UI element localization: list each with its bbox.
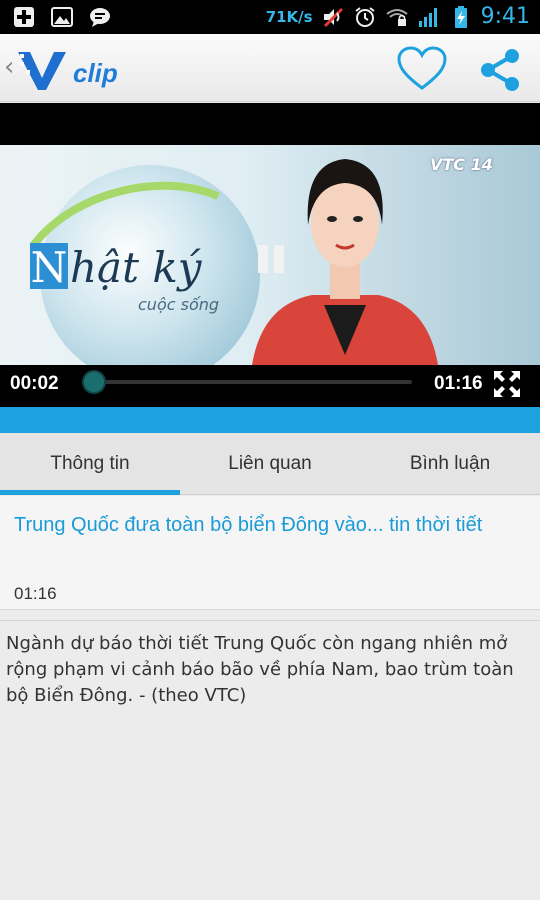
battery-charging-icon — [454, 5, 467, 28]
add-box-icon — [14, 7, 34, 27]
mute-icon — [323, 7, 343, 27]
pause-icon[interactable] — [256, 245, 286, 275]
alarm-icon — [354, 6, 375, 27]
video-controls: 00:02 01:16 — [0, 365, 540, 405]
total-duration: 01:16 — [434, 373, 483, 394]
logo-text: clip — [73, 58, 118, 88]
video-title: Trung Quốc đưa toàn bộ biển Đông vào... … — [14, 514, 483, 536]
show-title: Nhật ký — [30, 243, 202, 292]
signal-icon — [418, 7, 437, 27]
tab-comments[interactable]: Bình luận — [360, 433, 540, 494]
app-bar: ‹ clip — [0, 34, 540, 102]
app-logo[interactable]: clip — [16, 44, 118, 94]
video-frame[interactable]: Nhật ký cuộc sống VTC 14 — [0, 145, 540, 365]
clock: 9:41 — [480, 4, 530, 29]
share-icon[interactable] — [476, 46, 524, 94]
description-area: Ngành dự báo thời tiết Trung Quốc còn ng… — [0, 620, 540, 900]
accent-strip — [0, 407, 540, 433]
fullscreen-icon[interactable] — [492, 369, 522, 399]
tab-info[interactable]: Thông tin — [0, 433, 180, 495]
current-time: 00:02 — [10, 373, 59, 394]
image-icon — [51, 7, 73, 27]
video-duration: 01:16 — [14, 584, 57, 603]
show-subtitle: cuộc sống — [138, 295, 220, 314]
tab-bar: Thông tin Liên quan Bình luận — [0, 433, 540, 495]
tab-related[interactable]: Liên quan — [180, 433, 360, 494]
net-speed: 71K/s — [265, 7, 313, 26]
video-description: Ngành dự báo thời tiết Trung Quốc còn ng… — [6, 633, 514, 706]
back-chevron-icon[interactable]: ‹ — [4, 52, 14, 82]
show-title-initial: N — [30, 243, 68, 292]
status-bar: 71K/s 9:41 — [0, 0, 540, 34]
favorite-heart-icon[interactable] — [396, 46, 448, 92]
seek-thumb[interactable] — [81, 370, 106, 394]
chat-bubble-icon — [90, 8, 110, 27]
wifi-lock-icon — [385, 8, 408, 26]
video-info: Trung Quốc đưa toàn bộ biển Đông vào... … — [0, 496, 540, 610]
channel-logo: VTC 14 — [430, 155, 493, 174]
video-player[interactable]: Nhật ký cuộc sống VTC 14 00:02 01:16 — [0, 103, 540, 407]
seek-bar[interactable] — [81, 370, 412, 394]
show-title-rest: hật ký — [70, 243, 202, 292]
film-v-icon — [18, 52, 66, 90]
